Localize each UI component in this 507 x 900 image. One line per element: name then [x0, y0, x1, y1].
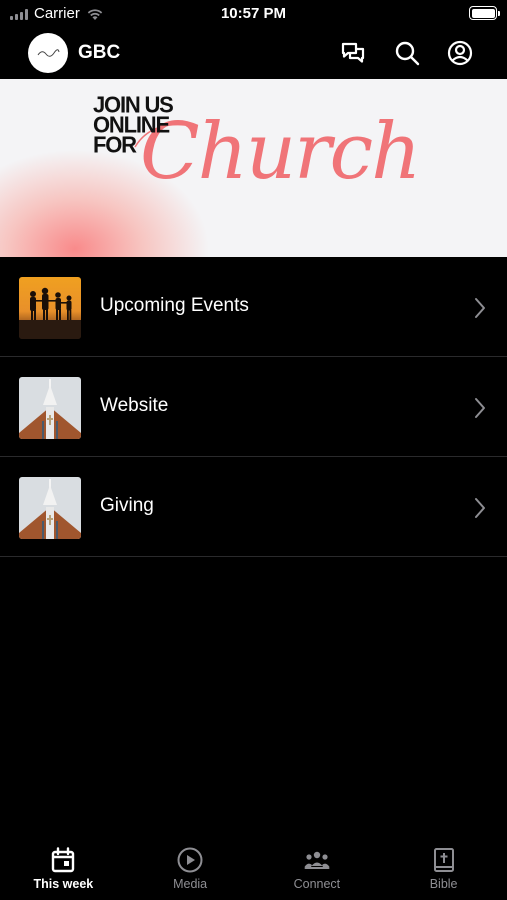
tab-media[interactable]: Media [127, 838, 254, 900]
tab-label: Connect [293, 877, 341, 891]
chevron-right-icon [475, 398, 485, 418]
app-title: GBC [78, 42, 121, 63]
status-time: 10:57 PM [220, 5, 287, 22]
profile-icon[interactable] [446, 39, 474, 67]
gbc-logo-icon[interactable] [28, 33, 68, 73]
list-item-website[interactable]: Website [0, 357, 507, 457]
church-banner[interactable]: Church JOIN US ONLINE FOR [0, 79, 507, 257]
tab-bible[interactable]: Bible [380, 838, 507, 900]
battery-icon [469, 6, 500, 20]
content-list: Upcoming Events Website Giving [0, 257, 507, 557]
tab-bar: This week Media Connect Bible [0, 838, 507, 900]
calendar-icon [52, 847, 75, 873]
people-icon [304, 851, 330, 869]
play-circle-icon [177, 847, 203, 873]
tab-connect[interactable]: Connect [254, 838, 381, 900]
app-header: GBC [0, 28, 507, 79]
chevron-right-icon [475, 498, 485, 518]
banner-headline: JOIN US ONLINE FOR [93, 93, 174, 156]
list-item-upcoming-events[interactable]: Upcoming Events [0, 257, 507, 357]
list-item-giving[interactable]: Giving [0, 457, 507, 557]
list-item-label: Website [100, 395, 169, 416]
status-bar: Carrier 10:57 PM [0, 0, 507, 28]
bible-icon [433, 848, 454, 872]
list-item-label: Giving [100, 495, 154, 516]
silhouette-sunset-thumbnail [19, 277, 81, 339]
church-steeple-thumbnail [19, 477, 81, 539]
chevron-right-icon [475, 298, 485, 318]
tab-label: Media [173, 877, 208, 891]
tab-label: This week [33, 877, 94, 891]
tab-label: Bible [429, 877, 458, 891]
tab-this-week[interactable]: This week [0, 838, 127, 900]
chat-icon[interactable] [339, 39, 367, 67]
list-item-label: Upcoming Events [100, 295, 249, 316]
search-icon[interactable] [393, 39, 421, 67]
banner-script-text: Church [140, 107, 421, 197]
church-steeple-thumbnail [19, 377, 81, 439]
